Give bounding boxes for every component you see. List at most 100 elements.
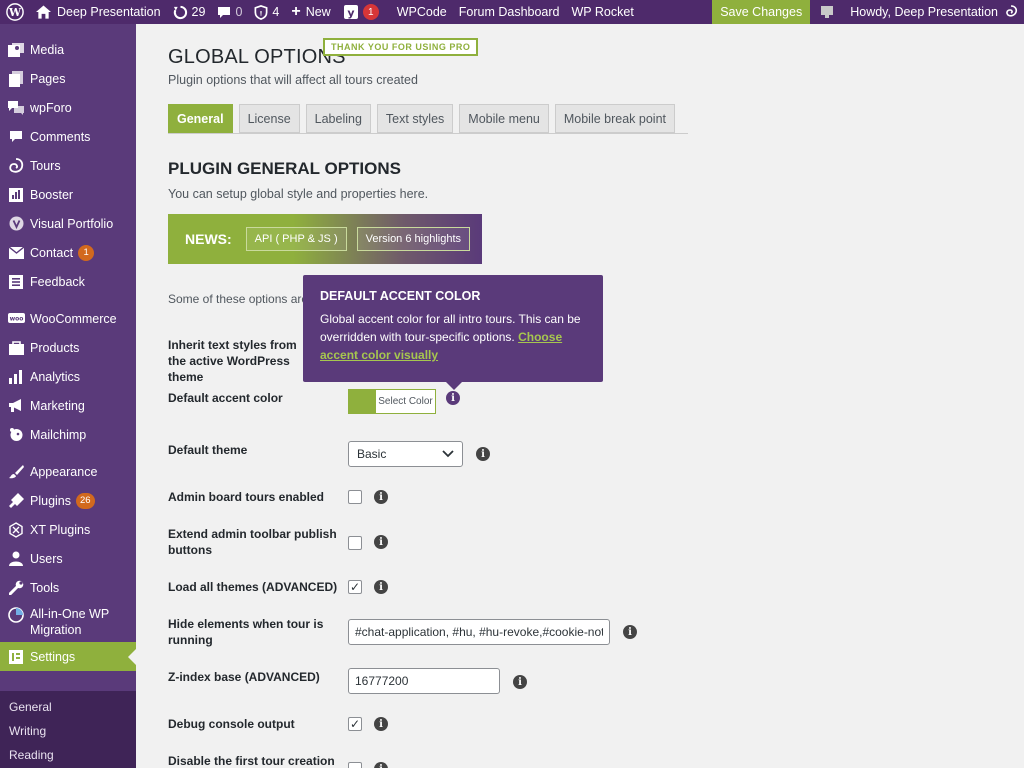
- select-color-label: Select Color: [378, 396, 433, 407]
- howdy-account-link[interactable]: Howdy, Deep Presentation: [844, 0, 1024, 24]
- wordpress-logo-icon[interactable]: W: [0, 0, 30, 24]
- submenu-item-writing[interactable]: Writing: [0, 719, 136, 743]
- sidebar-item-marketing[interactable]: Marketing: [0, 391, 136, 420]
- booster-icon: [7, 186, 25, 204]
- shield-link[interactable]: ! 4: [248, 0, 285, 24]
- debug-console-label: Debug console output: [168, 717, 295, 731]
- svg-text:woo: woo: [9, 315, 23, 322]
- admin-board-info-icon[interactable]: i: [374, 490, 388, 504]
- news-version-button[interactable]: Version 6 highlights: [356, 227, 471, 251]
- disable-first-tour-info-icon[interactable]: i: [374, 762, 388, 768]
- pages-icon: [7, 70, 25, 88]
- plugins-icon: [7, 492, 25, 510]
- sidebar-item-label: Settings: [30, 649, 76, 664]
- extend-toolbar-checkbox[interactable]: [348, 536, 362, 550]
- tab-mobile-menu[interactable]: Mobile menu: [459, 104, 549, 133]
- sidebar-item-products[interactable]: Products: [0, 333, 136, 362]
- feedback-icon: [7, 273, 25, 291]
- sidebar-item-xt-plugins[interactable]: XT Plugins: [0, 515, 136, 544]
- sidebar-item-comments[interactable]: Comments: [0, 122, 136, 151]
- tab-mobile-break-point[interactable]: Mobile break point: [554, 104, 676, 133]
- tab-general[interactable]: General: [168, 104, 233, 133]
- sidebar-item-users[interactable]: Users: [0, 544, 136, 573]
- portfolio-icon: [7, 215, 25, 233]
- updates-link[interactable]: 29: [167, 0, 212, 24]
- sidebar-item-label: Products: [30, 340, 80, 355]
- sidebar-item-label: Plugins: [30, 493, 71, 508]
- forum-icon: [7, 99, 25, 117]
- svg-text:y: y: [347, 7, 354, 20]
- new-content-link[interactable]: + New: [285, 0, 336, 24]
- site-name-link[interactable]: Deep Presentation: [30, 0, 167, 24]
- sidebar-item-label: Marketing: [30, 398, 85, 413]
- sidebar-item-tools[interactable]: Tools: [0, 573, 136, 602]
- sidebar-item-contact[interactable]: Contact 1: [0, 238, 136, 267]
- sidebar-item-label: Tools: [30, 580, 60, 595]
- default-theme-value: Basic: [357, 447, 387, 461]
- tab-labeling[interactable]: Labeling: [305, 104, 371, 133]
- woo-icon: woo: [7, 310, 25, 328]
- admin-board-checkbox[interactable]: [348, 490, 362, 504]
- sidebar-item-wpforo[interactable]: wpForo: [0, 93, 136, 122]
- sidebar-item-label: Users: [30, 551, 63, 566]
- sidebar-item-appearance[interactable]: Appearance: [0, 457, 136, 486]
- forum-dashboard-link[interactable]: Forum Dashboard: [453, 0, 566, 24]
- chevron-down-icon: [442, 450, 454, 458]
- debug-console-info-icon[interactable]: i: [374, 717, 388, 731]
- tab-text-styles[interactable]: Text styles: [376, 104, 454, 133]
- sidebar-item-all-in-one-wp-migration[interactable]: All-in-One WP Migration: [0, 602, 136, 642]
- load-themes-info-icon[interactable]: i: [374, 580, 388, 594]
- debug-console-checkbox[interactable]: ✓: [348, 717, 362, 731]
- comments-link[interactable]: 0: [211, 0, 248, 24]
- news-label: NEWS:: [185, 231, 232, 247]
- sidebar-item-mailchimp[interactable]: Mailchimp: [0, 420, 136, 449]
- zindex-input[interactable]: [348, 668, 500, 694]
- sidebar-item-label: Mailchimp: [30, 427, 87, 442]
- screen-options-icon[interactable]: [810, 0, 844, 24]
- tab-license[interactable]: License: [238, 104, 300, 133]
- sidebar-item-analytics[interactable]: Analytics: [0, 362, 136, 391]
- sidebar-item-label: Visual Portfolio: [30, 216, 114, 231]
- marketing-icon: [7, 397, 25, 415]
- sidebar-item-woocommerce[interactable]: woo WooCommerce: [0, 304, 136, 333]
- submenu-item-reading[interactable]: Reading: [0, 743, 136, 767]
- sidebar-item-feedback[interactable]: Feedback: [0, 267, 136, 296]
- hide-elements-input[interactable]: [348, 619, 610, 645]
- default-theme-select[interactable]: Basic: [348, 441, 463, 467]
- accent-info-icon[interactable]: i: [446, 391, 460, 405]
- submenu-item-general[interactable]: General: [0, 695, 136, 719]
- options-tabs: General License Labeling Text styles Mob…: [168, 104, 681, 133]
- disable-first-tour-checkbox[interactable]: [348, 762, 362, 768]
- user-swirl-icon: [1006, 5, 1018, 17]
- sidebar-item-pages[interactable]: Pages: [0, 64, 136, 93]
- news-api-button[interactable]: API ( PHP & JS ): [245, 227, 347, 251]
- sidebar-item-media[interactable]: Media: [0, 35, 136, 64]
- sidebar-item-settings[interactable]: Settings: [0, 642, 136, 671]
- wp-rocket-link[interactable]: WP Rocket: [566, 0, 640, 24]
- load-themes-checkbox[interactable]: ✓: [348, 580, 362, 594]
- extend-toolbar-info-icon[interactable]: i: [374, 535, 388, 549]
- sidebar-item-plugins[interactable]: Plugins 26: [0, 486, 136, 515]
- page-title: GLOBAL OPTIONS: [168, 46, 346, 68]
- sidebar-item-label: Feedback: [30, 274, 85, 289]
- zindex-label: Z-index base (ADVANCED): [168, 670, 320, 684]
- yoast-link[interactable]: y 1: [337, 0, 385, 24]
- products-icon: [7, 339, 25, 357]
- wpcode-link[interactable]: WPCode: [391, 0, 453, 24]
- hide-elements-info-icon[interactable]: i: [623, 625, 637, 639]
- zindex-info-icon[interactable]: i: [513, 675, 527, 689]
- sidebar-item-tours[interactable]: Tours: [0, 151, 136, 180]
- svg-text:!: !: [260, 9, 263, 17]
- yoast-icon: y: [343, 5, 358, 20]
- sidebar-item-visual-portfolio[interactable]: Visual Portfolio: [0, 209, 136, 238]
- mail-icon: [7, 244, 25, 262]
- sidebar-item-booster[interactable]: Booster: [0, 180, 136, 209]
- sidebar-item-label: Media: [30, 42, 65, 57]
- tours-icon: [7, 157, 25, 175]
- home-icon: [36, 5, 51, 19]
- news-banner: NEWS: API ( PHP & JS ) Version 6 highlig…: [168, 214, 482, 264]
- sidebar-item-label: Analytics: [30, 369, 81, 384]
- save-changes-button[interactable]: Save Changes: [712, 0, 811, 24]
- theme-info-icon[interactable]: i: [476, 447, 490, 461]
- accent-color-picker[interactable]: Select Color: [348, 389, 436, 414]
